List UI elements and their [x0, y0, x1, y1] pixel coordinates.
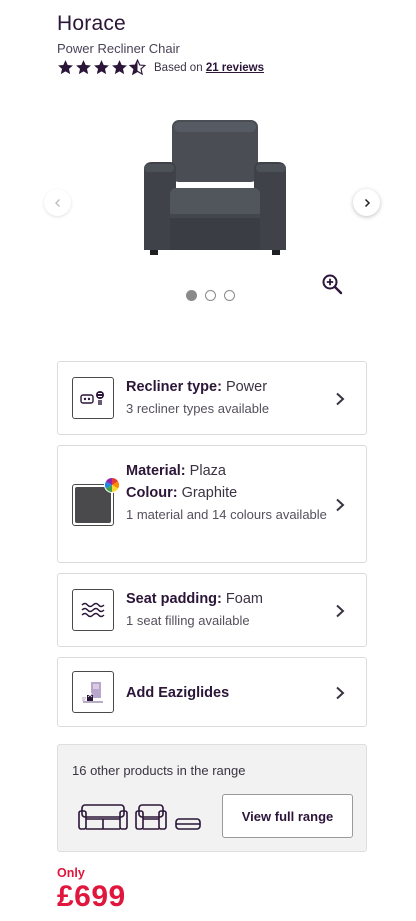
chevron-left-icon	[54, 198, 60, 207]
eaziglides-icon	[72, 671, 114, 713]
gallery-dot[interactable]	[186, 290, 197, 301]
product-image[interactable]	[140, 118, 290, 260]
zoom-in-icon[interactable]	[321, 273, 343, 295]
option-detail: 1 seat filling available	[126, 613, 250, 628]
rating-stars	[57, 59, 146, 76]
chevron-right-icon	[336, 686, 345, 700]
gallery-pagination	[186, 290, 235, 301]
product-subtitle: Power Recliner Chair	[57, 41, 180, 56]
option-label-secondary: Colour:	[126, 485, 178, 501]
range-panel: 16 other products in the range View full…	[57, 744, 367, 852]
reviews-prefix: Based on 21 reviews	[154, 61, 264, 74]
chevron-right-icon	[336, 392, 345, 406]
price-prefix: Only	[57, 866, 85, 880]
star-full-icon	[76, 60, 91, 75]
gallery-next-button[interactable]	[353, 189, 380, 216]
product-price: £699	[57, 880, 126, 913]
option-label: Recliner type:	[126, 379, 222, 395]
option-value: Power	[225, 379, 268, 395]
seat-padding-icon	[72, 589, 114, 631]
view-full-range-button[interactable]: View full range	[222, 794, 353, 838]
gallery-prev-button[interactable]	[44, 189, 71, 216]
chevron-right-icon	[336, 498, 345, 512]
rating-summary: Based on 21 reviews	[57, 59, 264, 76]
product-gallery	[0, 100, 416, 310]
option-detail: 3 recliner types available	[126, 401, 270, 416]
option-value: Plaza	[189, 463, 226, 479]
gallery-dot[interactable]	[224, 290, 235, 301]
option-value-secondary: Graphite	[181, 485, 238, 501]
option-detail: 1 material and 14 colours available	[126, 507, 327, 522]
star-full-icon	[58, 60, 73, 75]
chevron-right-icon	[336, 604, 345, 618]
option-label: Seat padding:	[126, 591, 222, 607]
option-eaziglides[interactable]: Add Eaziglides	[57, 657, 367, 727]
option-label: Material:	[126, 463, 186, 479]
star-full-icon	[112, 60, 127, 75]
range-count-text: 16 other products in the range	[72, 763, 246, 778]
colour-wheel-icon	[104, 477, 120, 493]
star-half-icon	[129, 59, 146, 76]
option-label: Add Eaziglides	[126, 685, 230, 701]
range-products-icon	[78, 804, 201, 830]
option-material-colour[interactable]: Material: Plaza Colour: Graphite 1 mater…	[57, 445, 367, 563]
option-value: Foam	[225, 591, 263, 607]
chevron-right-icon	[364, 198, 370, 207]
gallery-dot[interactable]	[205, 290, 216, 301]
star-full-icon	[94, 60, 109, 75]
product-title: Horace	[57, 12, 126, 35]
reviews-link[interactable]: 21 reviews	[206, 62, 264, 74]
recliner-remote-icon	[72, 377, 114, 419]
option-seat-padding[interactable]: Seat padding: Foam 1 seat filling availa…	[57, 573, 367, 647]
option-recliner-type[interactable]: Recliner type: Power 3 recliner types av…	[57, 361, 367, 435]
